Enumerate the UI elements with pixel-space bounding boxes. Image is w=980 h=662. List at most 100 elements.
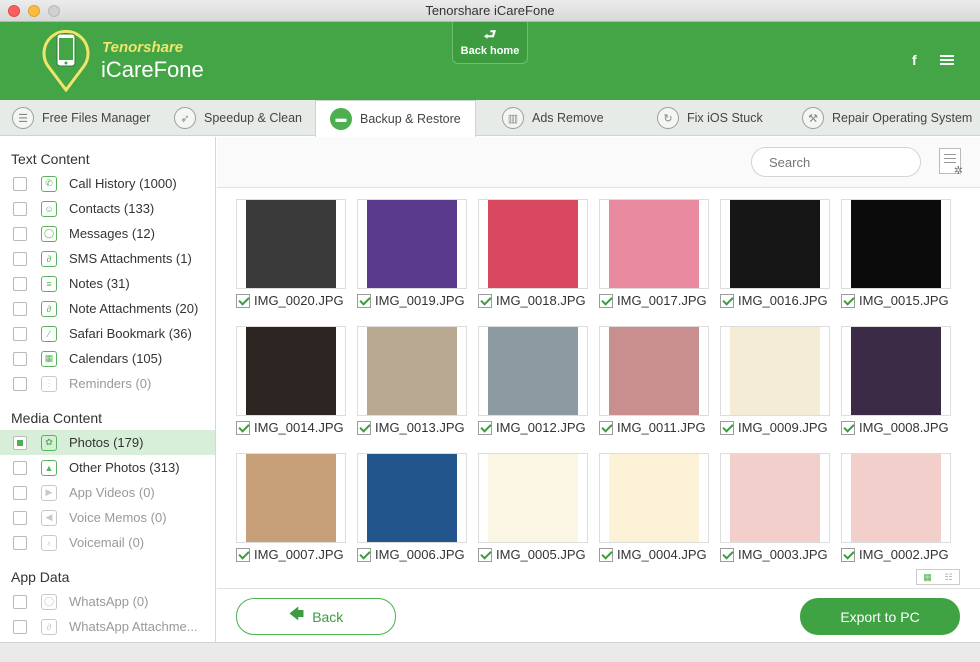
checkbox[interactable] (13, 376, 27, 391)
photo-item[interactable]: IMG_0020.JPG (236, 199, 346, 317)
photo-item[interactable]: IMG_0012.JPG (478, 326, 588, 444)
photo-item[interactable]: IMG_0007.JPG (236, 453, 346, 571)
sidebar-item-sms-attachments[interactable]: ∂ SMS Attachments (1) (0, 246, 215, 271)
photo-thumbnail[interactable] (841, 326, 951, 416)
checkbox[interactable] (13, 301, 27, 316)
sidebar-item-messages[interactable]: ◯ Messages (12) (0, 221, 215, 246)
checkbox[interactable] (13, 435, 27, 450)
sidebar-item-notes[interactable]: ≡ Notes (31) (0, 271, 215, 296)
photo-checkbox[interactable] (841, 547, 855, 562)
checkbox[interactable] (13, 276, 27, 291)
photo-item[interactable]: IMG_0011.JPG (599, 326, 709, 444)
search-input[interactable] (751, 147, 921, 177)
photo-item[interactable]: IMG_0004.JPG (599, 453, 709, 571)
photo-checkbox[interactable] (599, 420, 613, 435)
photo-item[interactable]: IMG_0008.JPG (841, 326, 951, 444)
sidebar-item-app-videos[interactable]: ▶ App Videos (0) (0, 480, 215, 505)
photo-item[interactable]: IMG_0013.JPG (357, 326, 467, 444)
checkbox[interactable] (13, 326, 27, 341)
photo-checkbox[interactable] (599, 293, 613, 308)
photo-checkbox[interactable] (236, 420, 250, 435)
checkbox[interactable] (13, 535, 27, 550)
photo-checkbox[interactable] (478, 293, 492, 308)
photo-thumbnail[interactable] (236, 199, 346, 289)
photo-thumbnail[interactable] (720, 453, 830, 543)
photo-checkbox[interactable] (478, 547, 492, 562)
photo-thumbnail[interactable] (720, 326, 830, 416)
photo-item[interactable]: IMG_0018.JPG (478, 199, 588, 317)
photo-item[interactable]: IMG_0019.JPG (357, 199, 467, 317)
photo-checkbox[interactable] (841, 420, 855, 435)
checkbox[interactable] (13, 485, 27, 500)
photo-item[interactable]: IMG_0009.JPG (720, 326, 830, 444)
photo-checkbox[interactable] (599, 547, 613, 562)
photo-item[interactable]: IMG_0002.JPG (841, 453, 951, 571)
sidebar-item-photos[interactable]: ✿ Photos (179) (0, 430, 215, 455)
checkbox[interactable] (13, 251, 27, 266)
zoom-window-button[interactable] (48, 5, 60, 17)
tab-backup-restore[interactable]: ▬ Backup & Restore (315, 100, 476, 137)
photo-thumbnail[interactable] (599, 199, 709, 289)
photo-item[interactable]: IMG_0016.JPG (720, 199, 830, 317)
sidebar-item-whatsapp[interactable]: ◯ WhatsApp (0) (0, 589, 215, 614)
photo-checkbox[interactable] (357, 293, 371, 308)
photo-thumbnail[interactable] (478, 453, 588, 543)
photo-thumbnail[interactable] (841, 199, 951, 289)
checkbox[interactable] (13, 351, 27, 366)
checkbox[interactable] (13, 510, 27, 525)
photo-checkbox[interactable] (236, 293, 250, 308)
back-home-button[interactable]: ⮐ Back home (452, 22, 528, 64)
photo-thumbnail[interactable] (599, 453, 709, 543)
photo-checkbox[interactable] (478, 420, 492, 435)
photo-thumbnail[interactable] (478, 326, 588, 416)
photo-thumbnail[interactable] (841, 453, 951, 543)
sidebar-item-calendars[interactable]: ▦ Calendars (105) (0, 346, 215, 371)
menu-icon[interactable] (940, 55, 954, 65)
view-toggle[interactable]: ▦ ☷ (916, 569, 960, 585)
checkbox[interactable] (13, 226, 27, 241)
back-button[interactable]: 🡄 Back (236, 598, 396, 635)
photo-checkbox[interactable] (720, 293, 734, 308)
sidebar-item-call-history[interactable]: ✆ Call History (1000) (0, 171, 215, 196)
file-settings-icon[interactable] (939, 148, 963, 177)
tab-free-files-manager[interactable]: ☰ Free Files Manager (12, 100, 150, 136)
sidebar-item-other-photos[interactable]: ▲ Other Photos (313) (0, 455, 215, 480)
photo-item[interactable]: IMG_0003.JPG (720, 453, 830, 571)
photo-checkbox[interactable] (720, 420, 734, 435)
checkbox[interactable] (13, 619, 27, 634)
sidebar-item-safari-bookmark[interactable]: ⁄ Safari Bookmark (36) (0, 321, 215, 346)
tab-ads-remove[interactable]: ▥ Ads Remove (502, 100, 604, 136)
sidebar-item-note-attachments[interactable]: ∂ Note Attachments (20) (0, 296, 215, 321)
close-window-button[interactable] (8, 5, 20, 17)
tab-fix-ios-stuck[interactable]: ↻ Fix iOS Stuck (657, 100, 763, 136)
photo-thumbnail[interactable] (357, 453, 467, 543)
checkbox[interactable] (13, 176, 27, 191)
photo-item[interactable]: IMG_0006.JPG (357, 453, 467, 571)
facebook-icon[interactable]: f (912, 52, 917, 68)
sidebar-item-contacts[interactable]: ☺ Contacts (133) (0, 196, 215, 221)
sidebar-item-voice-memos[interactable]: ◀ Voice Memos (0) (0, 505, 215, 530)
photo-checkbox[interactable] (720, 547, 734, 562)
photo-thumbnail[interactable] (720, 199, 830, 289)
photo-item[interactable]: IMG_0005.JPG (478, 453, 588, 571)
photo-item[interactable]: IMG_0017.JPG (599, 199, 709, 317)
list-view-icon[interactable]: ☷ (938, 570, 959, 584)
export-to-pc-button[interactable]: Export to PC (800, 598, 960, 635)
photo-thumbnail[interactable] (236, 326, 346, 416)
sidebar-item-reminders[interactable]: ⋮ Reminders (0) (0, 371, 215, 396)
photo-checkbox[interactable] (236, 547, 250, 562)
sidebar-item-whatsapp-attachments[interactable]: ∂ WhatsApp Attachme... (0, 614, 215, 639)
checkbox[interactable] (13, 460, 27, 475)
minimize-window-button[interactable] (28, 5, 40, 17)
tab-speedup-clean[interactable]: ➶ Speedup & Clean (174, 100, 302, 136)
photo-item[interactable]: IMG_0014.JPG (236, 326, 346, 444)
grid-view-icon[interactable]: ▦ (917, 570, 938, 584)
checkbox[interactable] (13, 201, 27, 216)
photo-checkbox[interactable] (841, 293, 855, 308)
checkbox[interactable] (13, 594, 27, 609)
photo-checkbox[interactable] (357, 420, 371, 435)
tab-repair-operating-system[interactable]: ⚒ Repair Operating System (802, 100, 972, 136)
photo-thumbnail[interactable] (599, 326, 709, 416)
sidebar-item-voicemail[interactable]: ♁ Voicemail (0) (0, 530, 215, 555)
photo-thumbnail[interactable] (478, 199, 588, 289)
